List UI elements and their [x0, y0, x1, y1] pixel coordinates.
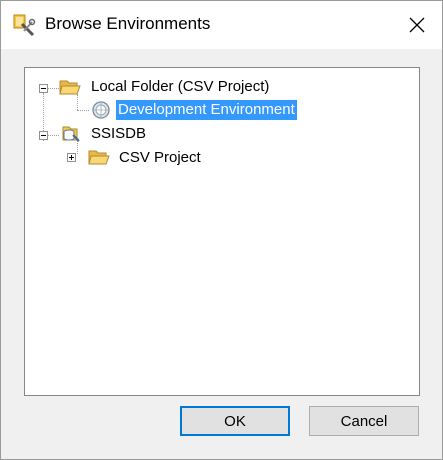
title-bar: Browse Environments: [1, 1, 442, 49]
collapse-toggle[interactable]: [39, 84, 48, 93]
catalog-database-icon: [59, 123, 81, 143]
tree-connector: [47, 88, 59, 89]
collapse-toggle[interactable]: [39, 131, 48, 140]
browse-tools-icon: [12, 13, 36, 37]
dialog-title: Browse Environments: [45, 14, 211, 33]
tree-item-development-environment[interactable]: Development Environment: [116, 100, 297, 120]
tree-item-ssisdb[interactable]: SSISDB: [91, 124, 146, 144]
environment-tree[interactable]: Local Folder (CSV Project) Development E…: [24, 67, 420, 396]
open-folder-icon: [59, 77, 81, 97]
close-icon: [409, 17, 425, 33]
tree-connector: [77, 110, 89, 111]
environment-icon: [90, 100, 112, 120]
tree-item-csv-project[interactable]: CSV Project: [119, 148, 201, 168]
dialog-window: Browse Environments Local Folder (CSV Pr…: [0, 0, 443, 460]
folder-icon: [88, 147, 110, 167]
expand-toggle[interactable]: [67, 153, 76, 162]
close-button[interactable]: [397, 7, 437, 43]
tree-item-local-folder[interactable]: Local Folder (CSV Project): [91, 77, 269, 97]
tree-connector: [47, 135, 59, 136]
cancel-button[interactable]: Cancel: [309, 406, 419, 436]
ok-button[interactable]: OK: [180, 406, 290, 436]
